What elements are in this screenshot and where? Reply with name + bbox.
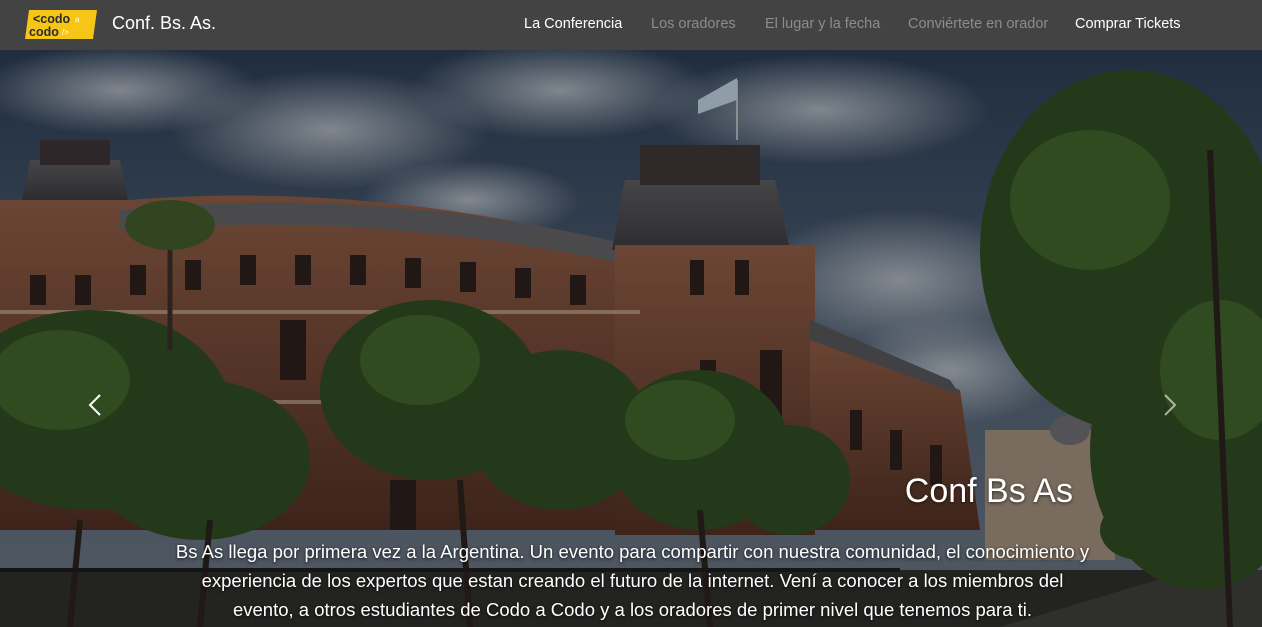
chevron-right-icon: [1164, 394, 1177, 416]
nav-lugar-fecha[interactable]: El lugar y la fecha: [765, 16, 880, 32]
nav-los-oradores[interactable]: Los oradores: [651, 16, 736, 32]
hero-title: Conf Bs As: [904, 472, 1073, 510]
nav-convertite-orador[interactable]: Conviértete en orador: [908, 16, 1048, 32]
codo-a-codo-logo[interactable]: <codo a codo />: [25, 10, 97, 39]
chevron-left-icon: [88, 394, 101, 416]
nav-la-conferencia[interactable]: La Conferencia: [524, 16, 622, 32]
carousel-next-button[interactable]: [1155, 380, 1185, 430]
logo-line2: codo: [29, 25, 59, 39]
carousel-prev-button[interactable]: [80, 380, 110, 430]
hero-description: Bs As llega por primera vez a la Argenti…: [175, 541, 1090, 620]
logo-line2-suffix: />: [62, 28, 69, 37]
navbar: <codo a codo /> Conf. Bs. As. La Confere…: [0, 0, 1262, 50]
brand-name[interactable]: Conf. Bs. As.: [112, 13, 216, 34]
nav-comprar-tickets[interactable]: Comprar Tickets: [1075, 16, 1181, 32]
logo-line1-suffix: a: [75, 15, 80, 24]
logo-line1: <codo: [33, 12, 71, 26]
hero-carousel: Conf Bs As Bs As llega por primera vez a…: [0, 50, 1262, 627]
